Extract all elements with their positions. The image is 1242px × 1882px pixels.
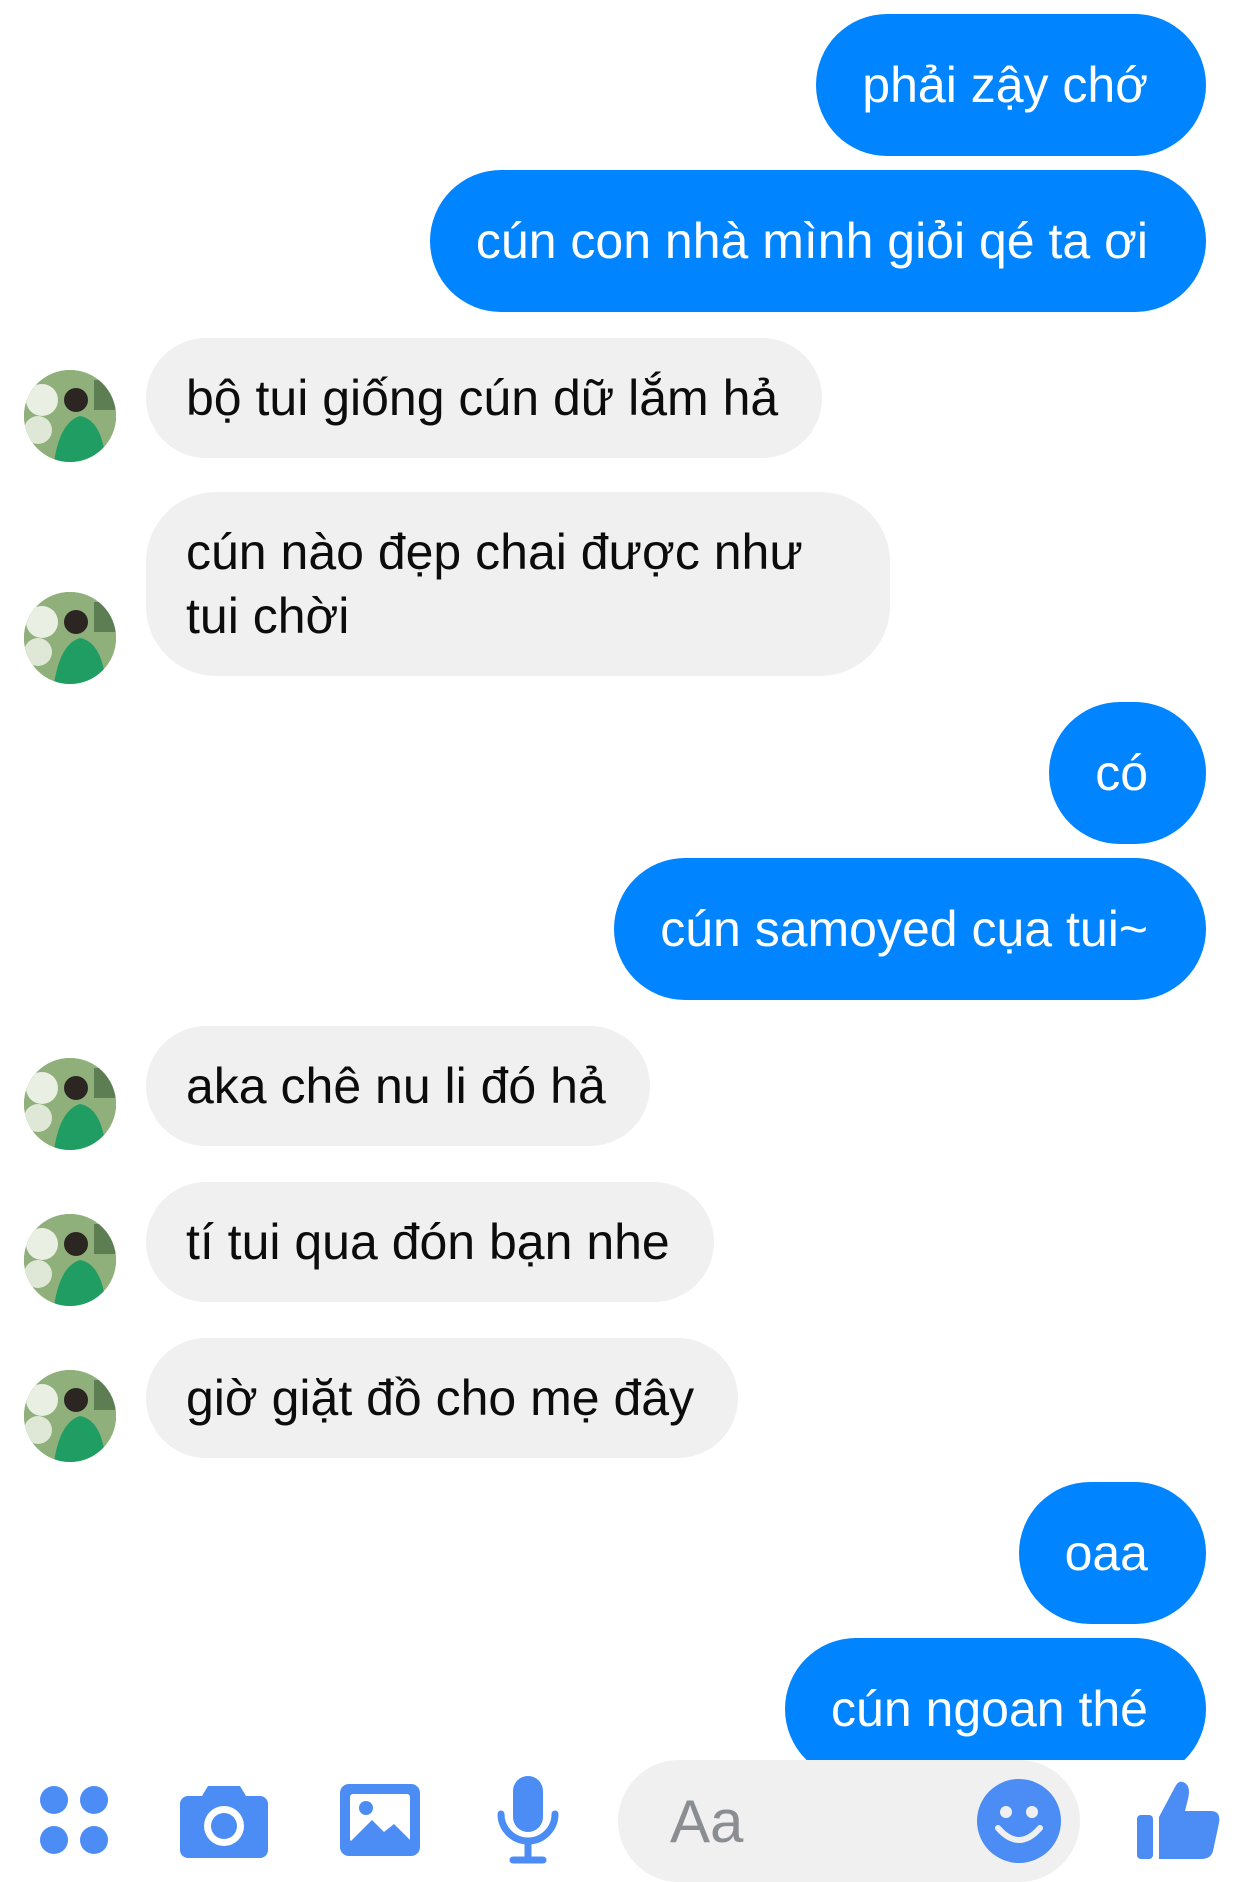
message-text: cún nào đẹp chai được như tui chời xyxy=(186,524,803,644)
gallery-button[interactable] xyxy=(330,1770,430,1870)
contact-avatar[interactable] xyxy=(24,592,116,684)
outgoing-message[interactable]: oaa xyxy=(1018,1482,1206,1624)
message-input-container[interactable] xyxy=(618,1760,1080,1882)
message-text: phải zậy chớ xyxy=(862,57,1148,113)
like-button[interactable] xyxy=(1128,1770,1228,1870)
message-text: bộ tui giống cún dữ lắm hả xyxy=(186,370,779,426)
outgoing-message[interactable]: phải zậy chớ xyxy=(816,14,1206,156)
camera-button[interactable] xyxy=(174,1770,274,1870)
incoming-message[interactable]: tí tui qua đón bạn nhe xyxy=(146,1182,714,1302)
composer-bar xyxy=(0,1760,1242,1882)
message-text: aka chê nu li đó hả xyxy=(186,1058,606,1114)
menu-dots-button[interactable] xyxy=(24,1770,124,1870)
incoming-message[interactable]: aka chê nu li đó hả xyxy=(146,1026,650,1146)
contact-avatar[interactable] xyxy=(24,370,116,462)
contact-avatar[interactable] xyxy=(24,1058,116,1150)
camera-icon xyxy=(180,1786,268,1858)
message-text: oaa xyxy=(1064,1525,1148,1581)
thumbs-up-icon xyxy=(1137,1781,1220,1859)
message-thread: phải zậy chớ cún con nhà mình giỏi qé ta… xyxy=(0,0,1242,1760)
incoming-message[interactable]: giờ giặt đồ cho mẹ đây xyxy=(146,1338,739,1458)
message-text: cún samoyed cụa tui~ xyxy=(660,901,1148,957)
message-text: cún ngoan thé xyxy=(831,1681,1148,1737)
emoji-icon[interactable] xyxy=(976,1778,1062,1864)
incoming-message[interactable]: bộ tui giống cún dữ lắm hả xyxy=(146,338,823,458)
message-text: tí tui qua đón bạn nhe xyxy=(186,1214,670,1270)
contact-avatar[interactable] xyxy=(24,1370,116,1462)
message-text: giờ giặt đồ cho mẹ đây xyxy=(186,1370,695,1426)
gallery-icon xyxy=(340,1784,420,1856)
outgoing-message[interactable]: cún samoyed cụa tui~ xyxy=(614,858,1206,1000)
microphone-icon xyxy=(497,1776,559,1864)
incoming-message[interactable]: cún nào đẹp chai được như tui chời xyxy=(146,492,890,676)
message-input[interactable] xyxy=(668,1784,972,1858)
message-text: có xyxy=(1095,745,1148,801)
outgoing-message[interactable]: cún con nhà mình giỏi qé ta ơi xyxy=(429,170,1206,312)
menu-dots-icon xyxy=(40,1786,108,1854)
message-text: cún con nhà mình giỏi qé ta ơi xyxy=(475,213,1148,269)
contact-avatar[interactable] xyxy=(24,1214,116,1306)
outgoing-message[interactable]: cún ngoan thé xyxy=(785,1638,1206,1760)
outgoing-message[interactable]: có xyxy=(1049,702,1206,844)
microphone-button[interactable] xyxy=(478,1770,578,1870)
